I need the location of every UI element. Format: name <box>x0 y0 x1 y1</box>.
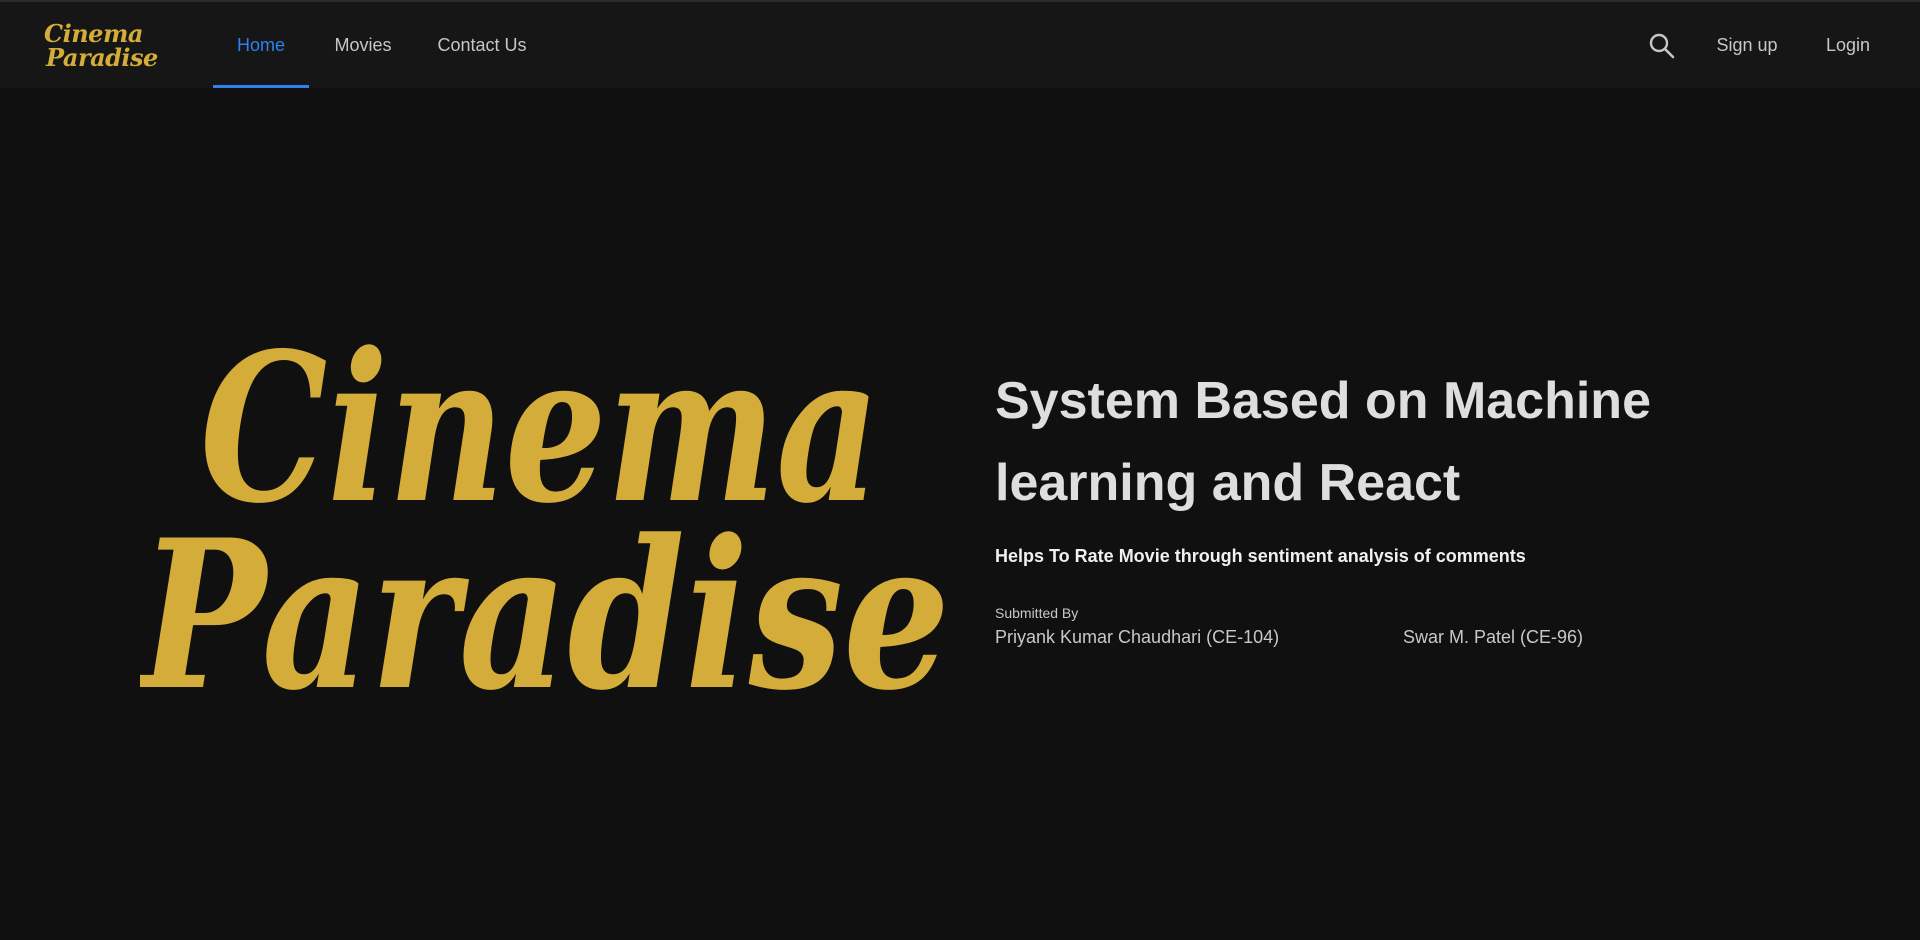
hero-title-line2: learning and React <box>995 454 1461 512</box>
search-button[interactable] <box>1648 32 1676 60</box>
hero-text-block: System Based on Machine learning and Rea… <box>995 360 1695 651</box>
hero-subtitle: Helps To Rate Movie through sentiment an… <box>995 546 1526 566</box>
hero-title-line1: System Based on Machine <box>995 372 1651 430</box>
navbar: Cinema Paradise Home Movies Contact Us S… <box>0 2 1920 88</box>
signup-link[interactable]: Sign up <box>1708 2 1786 88</box>
search-icon <box>1649 33 1675 59</box>
brand-logo[interactable]: Cinema Paradise <box>44 22 158 72</box>
login-link[interactable]: Login <box>1818 2 1878 88</box>
brand-logo-line2: Paradise <box>46 43 158 72</box>
login-label: Login <box>1825 35 1871 55</box>
hero-title: System Based on Machine learning and Rea… <box>995 360 1695 524</box>
nav-home-label: Home <box>236 35 285 55</box>
signup-label: Sign up <box>1716 35 1778 55</box>
nav-movies-label: Movies <box>334 35 392 55</box>
hero-logo: Cinema Paradise <box>140 325 950 705</box>
nav-contact-label: Contact Us <box>437 35 527 55</box>
author-name: Priyank Kumar Chaudhari (CE-104) <box>995 627 1280 647</box>
active-tab-indicator <box>213 85 309 88</box>
nav-movies-link[interactable]: Movies <box>326 2 400 88</box>
hero-logo-line2: Paradise <box>140 496 950 705</box>
nav-contact-link[interactable]: Contact Us <box>430 2 534 88</box>
author-name: Swar M. Patel (CE-96) <box>1403 627 1584 647</box>
authors-row: Priyank Kumar Chaudhari (CE-104) Swar M.… <box>995 627 1695 651</box>
submitted-by-label: Submitted By <box>995 605 1079 621</box>
nav-home-link[interactable]: Home <box>213 2 309 88</box>
